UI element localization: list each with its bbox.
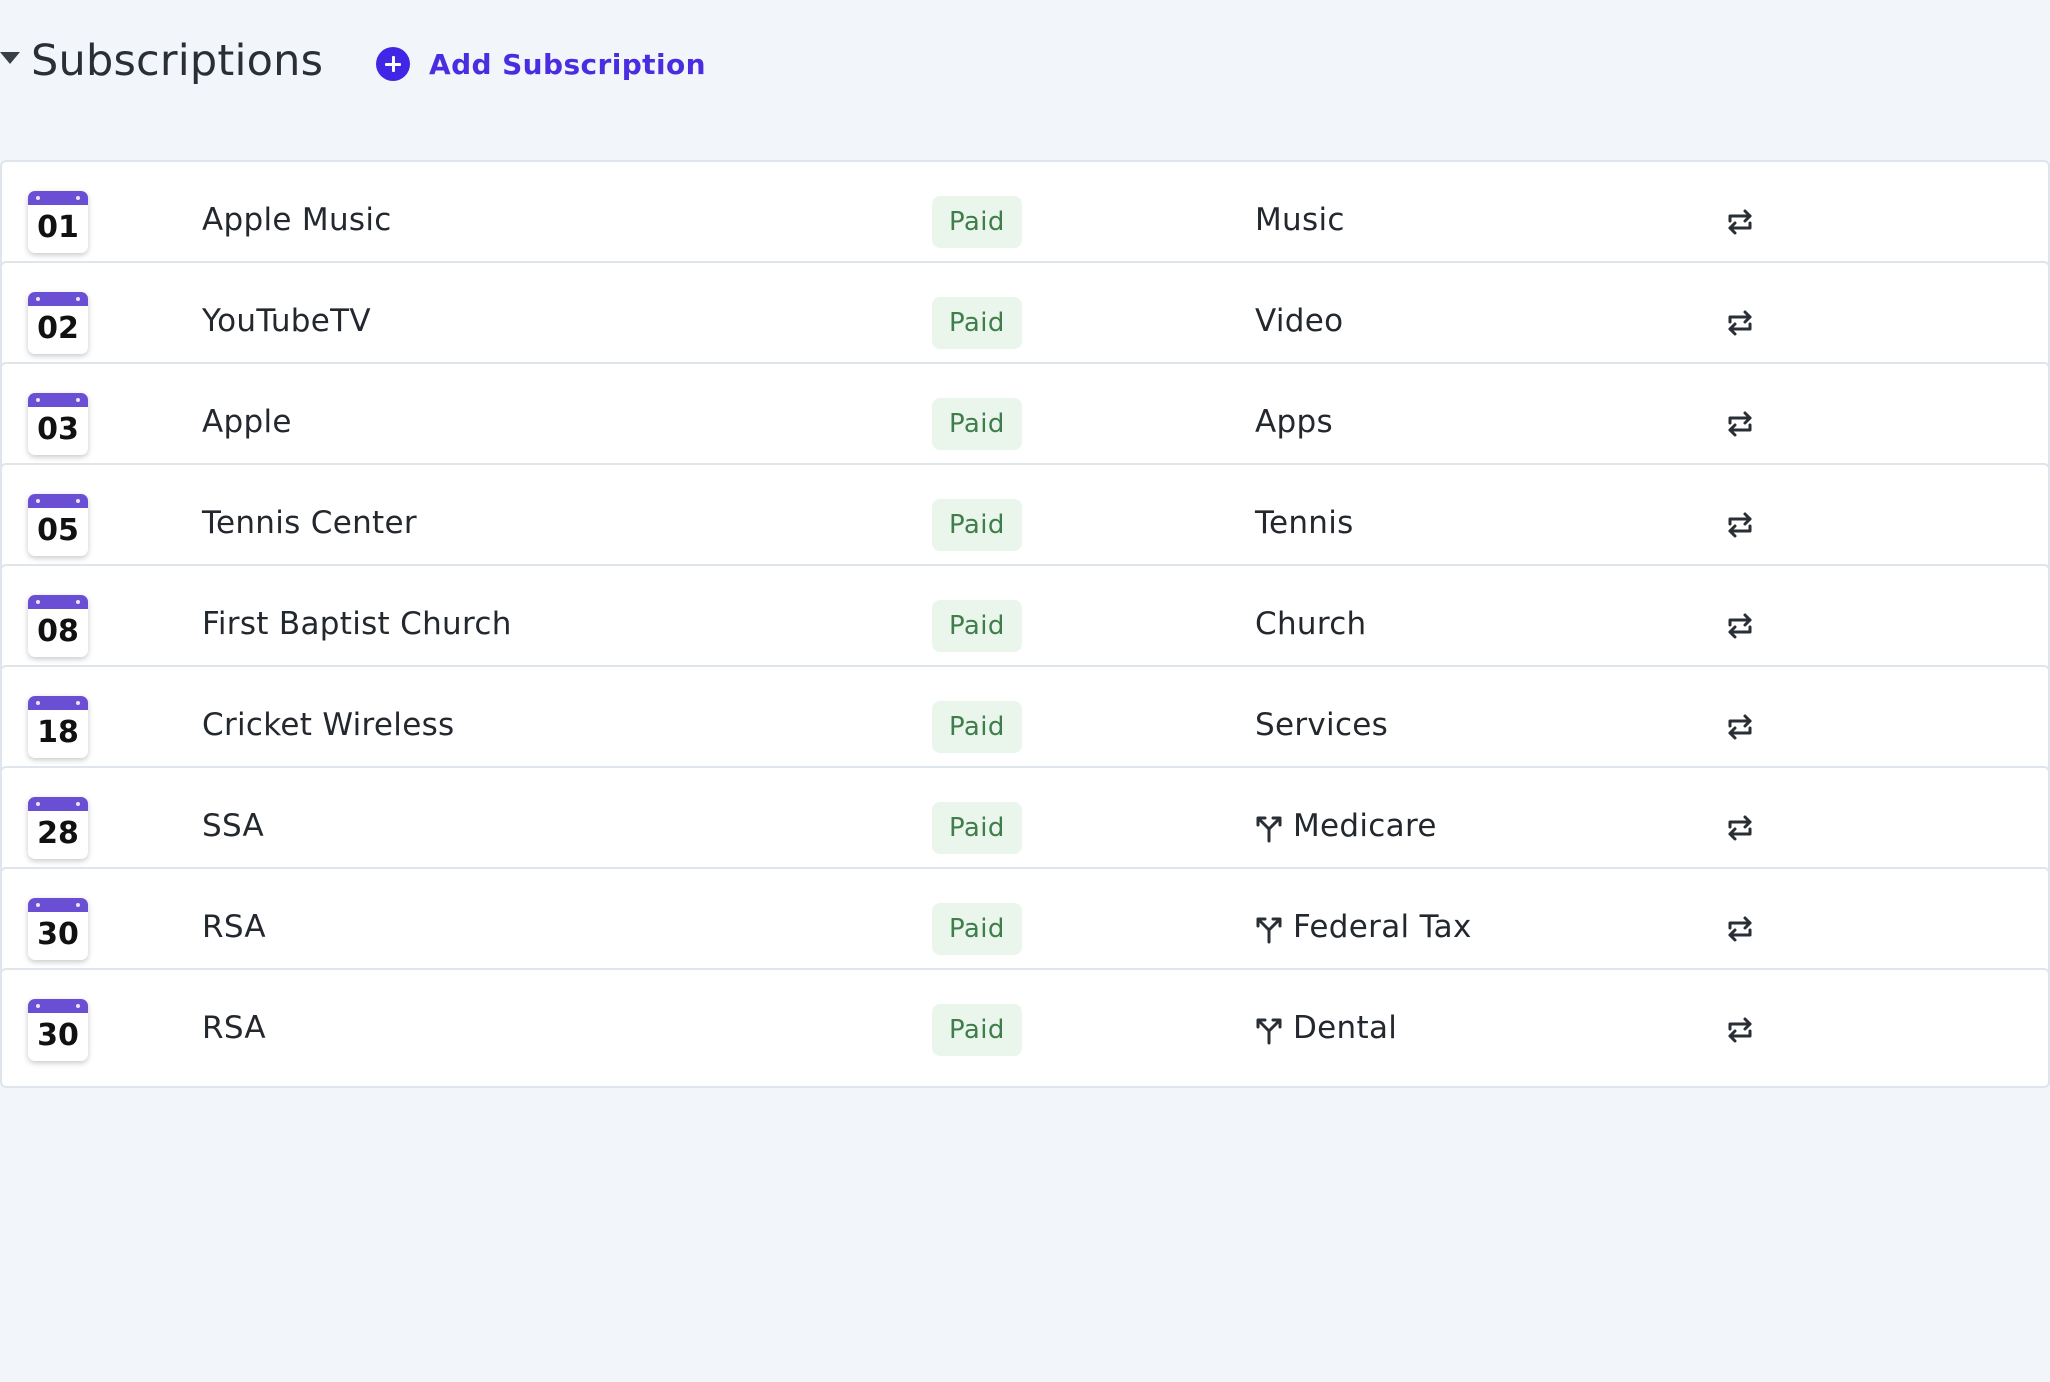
- subscription-name[interactable]: SSA: [202, 804, 264, 848]
- repeat-icon[interactable]: [1725, 812, 1755, 844]
- category-label: Church: [1255, 606, 1367, 642]
- subscription-row[interactable]: 30 RSA Paid Dental: [0, 968, 2050, 1088]
- due-day: 18: [37, 715, 79, 750]
- due-day: 30: [37, 917, 79, 952]
- due-day: 03: [37, 412, 79, 447]
- repeat-icon[interactable]: [1725, 206, 1755, 238]
- add-subscription-label: Add Subscription: [429, 47, 706, 81]
- category-label: Music: [1255, 202, 1345, 238]
- category-label: Video: [1255, 303, 1344, 339]
- category: Federal Tax: [1255, 905, 1472, 949]
- calendar-header: [28, 191, 88, 205]
- repeat-icon[interactable]: [1725, 509, 1755, 541]
- category: Music: [1255, 198, 1345, 242]
- subscription-name[interactable]: Cricket Wireless: [202, 703, 454, 747]
- status-badge: Paid: [932, 701, 1022, 753]
- split-icon: [1255, 912, 1283, 944]
- caret-down-icon[interactable]: [0, 52, 20, 64]
- subscription-name[interactable]: YouTubeTV: [202, 299, 371, 343]
- category: Apps: [1255, 400, 1333, 444]
- subscriptions-header: Subscriptions Add Subscription: [0, 0, 2050, 122]
- due-day: 30: [37, 1018, 79, 1053]
- due-day: 28: [37, 816, 79, 851]
- category-label: Tennis: [1255, 505, 1354, 541]
- calendar-header: [28, 595, 88, 609]
- repeat-icon[interactable]: [1725, 1014, 1755, 1046]
- repeat-icon[interactable]: [1725, 913, 1755, 945]
- split-icon: [1255, 811, 1283, 843]
- calendar-header: [28, 393, 88, 407]
- status-badge: Paid: [932, 196, 1022, 248]
- subscription-name[interactable]: First Baptist Church: [202, 602, 512, 646]
- calendar-icon: 02: [28, 292, 88, 354]
- repeat-icon[interactable]: [1725, 307, 1755, 339]
- page-title[interactable]: Subscriptions: [31, 33, 323, 89]
- status-badge: Paid: [932, 398, 1022, 450]
- calendar-icon: 30: [28, 999, 88, 1061]
- due-day: 02: [37, 311, 79, 346]
- calendar-icon: 18: [28, 696, 88, 758]
- calendar-header: [28, 292, 88, 306]
- status-badge: Paid: [932, 600, 1022, 652]
- due-day: 05: [37, 513, 79, 548]
- calendar-icon: 28: [28, 797, 88, 859]
- subscription-name[interactable]: Apple: [202, 400, 292, 444]
- category: Tennis: [1255, 501, 1354, 545]
- plus-circle-icon: [376, 47, 410, 81]
- split-icon: [1255, 1013, 1283, 1045]
- category-label: Dental: [1293, 1010, 1398, 1046]
- category-label: Apps: [1255, 404, 1333, 440]
- status-badge: Paid: [932, 297, 1022, 349]
- category-label: Medicare: [1293, 808, 1437, 844]
- calendar-icon: 03: [28, 393, 88, 455]
- subscription-name[interactable]: RSA: [202, 1006, 266, 1050]
- calendar-icon: 05: [28, 494, 88, 556]
- repeat-icon[interactable]: [1725, 610, 1755, 642]
- subscription-name[interactable]: Apple Music: [202, 198, 392, 242]
- status-badge: Paid: [932, 903, 1022, 955]
- status-badge: Paid: [932, 499, 1022, 551]
- due-day: 08: [37, 614, 79, 649]
- repeat-icon[interactable]: [1725, 408, 1755, 440]
- category-label: Federal Tax: [1293, 909, 1472, 945]
- category: Video: [1255, 299, 1343, 343]
- category: Dental: [1255, 1006, 1397, 1050]
- calendar-header: [28, 999, 88, 1013]
- category: Services: [1255, 703, 1388, 747]
- calendar-icon: 01: [28, 191, 88, 253]
- calendar-icon: 08: [28, 595, 88, 657]
- category: Medicare: [1255, 804, 1437, 848]
- category-label: Services: [1255, 707, 1389, 743]
- status-badge: Paid: [932, 1004, 1022, 1056]
- calendar-icon: 30: [28, 898, 88, 960]
- calendar-header: [28, 797, 88, 811]
- subscription-name[interactable]: RSA: [202, 905, 266, 949]
- repeat-icon[interactable]: [1725, 711, 1755, 743]
- due-day: 01: [37, 210, 79, 245]
- calendar-header: [28, 696, 88, 710]
- status-badge: Paid: [932, 802, 1022, 854]
- calendar-header: [28, 898, 88, 912]
- calendar-header: [28, 494, 88, 508]
- category: Church: [1255, 602, 1367, 646]
- subscription-name[interactable]: Tennis Center: [202, 501, 417, 545]
- add-subscription-button[interactable]: Add Subscription: [376, 40, 706, 88]
